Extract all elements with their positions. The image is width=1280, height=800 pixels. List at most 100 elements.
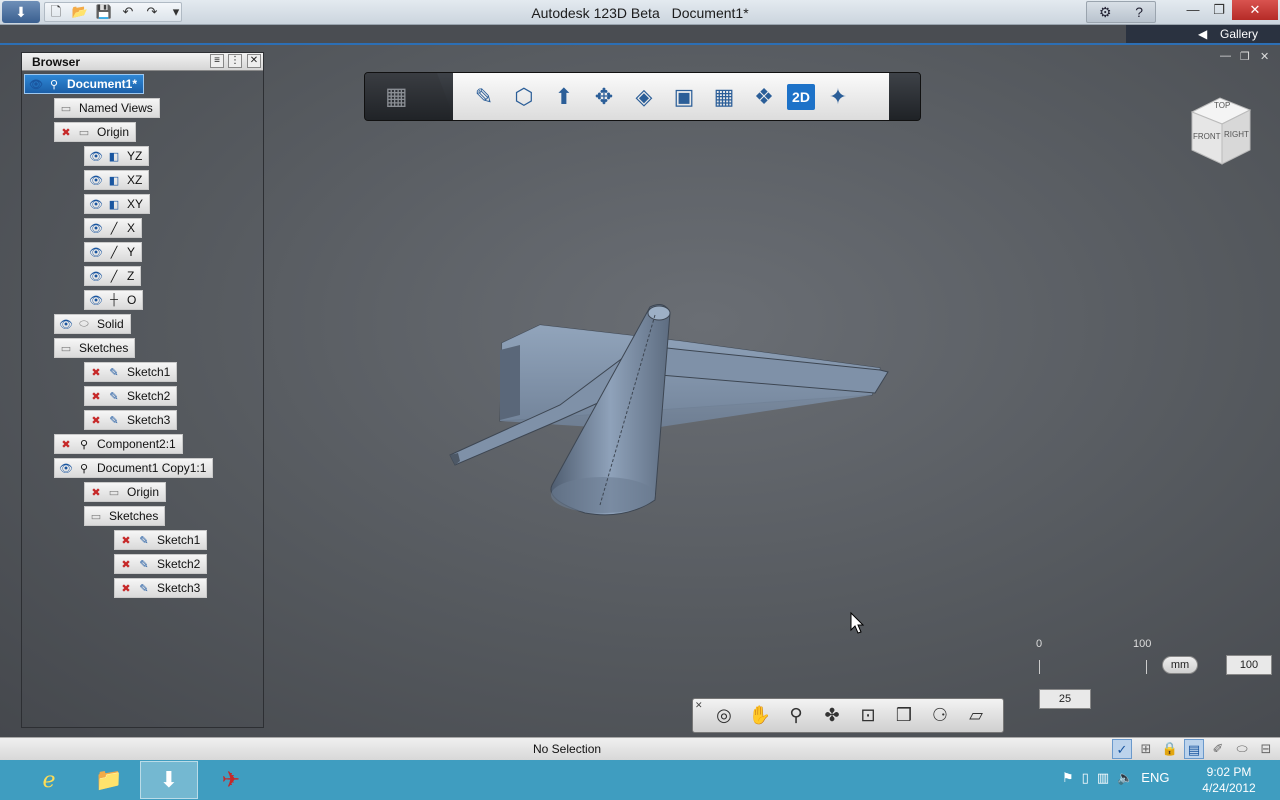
orbit-icon[interactable]: ◎ [711, 705, 737, 726]
browser-node[interactable]: 👁 ┼ O [84, 290, 144, 310]
viewcube-front[interactable]: FRONT [1193, 132, 1221, 141]
visibility-eye-icon[interactable]: 👁 [57, 316, 75, 332]
browser-node[interactable]: ✖ ▭ Origin [84, 482, 167, 502]
home-button[interactable] [365, 73, 455, 120]
visibility-eye-icon[interactable]: 👁 [87, 268, 105, 284]
hidden-visibility-icon[interactable]: ✖ [87, 484, 105, 500]
eraser-icon[interactable]: ✐ [1208, 739, 1228, 759]
autodesk-123d-icon[interactable]: ⬇ [140, 761, 198, 799]
browser-node-box[interactable]: 👁 ◧ XY [84, 194, 151, 214]
browser-node[interactable]: ✖ ⚲ Component2:1 [54, 434, 183, 454]
browser-node[interactable]: ✖ ✎ Sketch3 [84, 410, 178, 430]
browser-node-box[interactable]: ✖ ✎ Sketch1 [84, 362, 178, 382]
navbar-close-icon[interactable]: ✕ [695, 700, 703, 711]
lock-icon[interactable]: 🔒 [1160, 739, 1180, 759]
viewcube-top[interactable]: TOP [1214, 101, 1230, 110]
browser-close-icon[interactable]: ✕ [247, 54, 261, 68]
hidden-visibility-icon[interactable]: ✖ [87, 388, 105, 404]
browser-node-box[interactable]: 👁 ⬭ Solid [54, 314, 131, 334]
browser-node-box[interactable]: ✖ ✎ Sketch3 [114, 578, 208, 598]
scale-value-field[interactable]: 100 [1226, 655, 1272, 675]
browser-pin-icon[interactable]: ⋮ [228, 54, 242, 68]
hidden-visibility-icon[interactable]: ✖ [87, 412, 105, 428]
browser-node[interactable]: ✖ ✎ Sketch2 [84, 386, 178, 406]
hidden-visibility-icon[interactable]: ✖ [117, 556, 135, 572]
browser-node-box[interactable]: 👁 ◧ YZ [84, 146, 150, 166]
browser-node-box[interactable]: ✖ ▭ Origin [54, 122, 137, 142]
layout-icon[interactable]: ⊟ [1256, 739, 1276, 759]
folder-icon[interactable]: ▭ [57, 100, 75, 116]
sketch-pencil-icon[interactable]: ✎ [467, 80, 501, 114]
browser-node-box[interactable]: 👁 ╱ Z [84, 266, 142, 286]
grouping-icon[interactable]: ▦ [707, 80, 741, 114]
browser-node[interactable]: 👁 ⬭ Solid [54, 314, 131, 334]
browser-node-box[interactable]: 👁 ⚲ Document1 Copy1:1 [54, 458, 214, 478]
fit-icon[interactable]: ⊡ [855, 705, 881, 726]
zoom-icon[interactable]: ⚲ [783, 705, 809, 726]
2d-drawing-button[interactable]: 2D [787, 83, 815, 110]
browser-node[interactable]: ✖ ✎ Sketch2 [114, 554, 208, 574]
battery-icon[interactable]: ▯ [1082, 770, 1089, 786]
clock[interactable]: 9:02 PM 4/24/2012 [1196, 764, 1262, 796]
browser-node-box[interactable]: ✖ ✎ Sketch3 [84, 410, 178, 430]
visibility-eye-icon[interactable]: 👁 [87, 292, 105, 308]
visibility-eye-icon[interactable]: 👁 [87, 220, 105, 236]
unit-button[interactable]: mm [1162, 656, 1198, 674]
look-icon[interactable]: ✤ [819, 705, 845, 726]
viewcube-right[interactable]: RIGHT [1224, 130, 1249, 139]
browser-node[interactable]: ✖ ✎ Sketch1 [114, 530, 208, 550]
browser-node[interactable]: ✖ ✎ Sketch1 [84, 362, 178, 382]
orbit-toggle-icon[interactable]: ⬭ [1232, 739, 1252, 759]
hidden-visibility-icon[interactable]: ✖ [117, 580, 135, 596]
browser-node[interactable]: ▭ Named Views [54, 98, 160, 118]
view-icon[interactable]: ❒ [891, 705, 917, 726]
hidden-visibility-icon[interactable]: ✖ [57, 436, 75, 452]
browser-node[interactable]: ✖ ✎ Sketch3 [114, 578, 208, 598]
browser-node-box[interactable]: ✖ ⚲ Component2:1 [54, 434, 183, 454]
file-explorer-icon[interactable]: 📁 [80, 761, 138, 799]
browser-node-box[interactable]: ✖ ✎ Sketch2 [114, 554, 208, 574]
network-icon[interactable]: ▥ [1097, 770, 1109, 786]
folder-icon[interactable]: ▭ [87, 508, 105, 524]
browser-node[interactable]: 👁 ╱ X [84, 218, 143, 238]
browser-node-box[interactable]: 👁 ⚲ Document1* [24, 74, 145, 94]
pattern-icon[interactable]: ◈ [627, 80, 661, 114]
gallery-bar[interactable]: ◀ Gallery [1126, 25, 1280, 43]
browser-node[interactable]: 👁 ◧ XZ [84, 170, 150, 190]
app-icon[interactable]: ✈ [202, 761, 260, 799]
viewcube[interactable]: TOP FRONT RIGHT [1186, 92, 1256, 168]
solid-body[interactable] [449, 304, 889, 516]
display-icon[interactable]: ▱ [963, 705, 989, 726]
browser-node[interactable]: 👁 ⚲ Document1 Copy1:1 [54, 458, 214, 478]
browser-node-box[interactable]: 👁 ┼ O [84, 290, 144, 310]
language-indicator[interactable]: ENG [1141, 770, 1169, 786]
viewport-minimize-icon[interactable]: — [1220, 50, 1231, 62]
browser-node-box[interactable]: 👁 ╱ Y [84, 242, 143, 262]
browser-node[interactable]: 👁 ◧ YZ [84, 146, 150, 166]
browser-node-box[interactable]: ✖ ✎ Sketch1 [114, 530, 208, 550]
browser-node[interactable]: ▭ Sketches [54, 338, 136, 358]
browser-node[interactable]: ✖ ▭ Origin [54, 122, 137, 142]
minimize-button[interactable]: — [1180, 0, 1206, 20]
visibility-eye-icon[interactable]: 👁 [87, 172, 105, 188]
visual-style-icon[interactable]: ⚆ [927, 705, 953, 726]
smart-material-icon[interactable]: ✦ [821, 80, 855, 114]
close-button[interactable]: ✕ [1232, 0, 1278, 20]
volume-icon[interactable]: 🔈 [1117, 770, 1133, 786]
viewport-restore-icon[interactable]: ❐ [1240, 50, 1250, 63]
browser-node-box[interactable]: ✖ ✎ Sketch2 [84, 386, 178, 406]
snap-icon[interactable]: ❖ [747, 80, 781, 114]
primitives-box-icon[interactable]: ⬡ [507, 80, 541, 114]
visibility-eye-icon[interactable]: 👁 [27, 76, 45, 92]
browser-node-box[interactable]: ▭ Sketches [84, 506, 166, 526]
help-icon[interactable]: ? [1135, 4, 1143, 20]
modify-icon[interactable]: ✥ [587, 80, 621, 114]
visibility-eye-icon[interactable]: 👁 [87, 196, 105, 212]
internet-explorer-icon[interactable]: ℯ [20, 761, 78, 799]
browser-node[interactable]: 👁 ╱ Y [84, 242, 143, 262]
browser-node[interactable]: 👁 ⚲ Document1* [24, 74, 145, 94]
browser-node-box[interactable]: 👁 ◧ XZ [84, 170, 150, 190]
construct-icon[interactable]: ⬆ [547, 80, 581, 114]
hidden-visibility-icon[interactable]: ✖ [117, 532, 135, 548]
visibility-eye-icon[interactable]: 👁 [87, 244, 105, 260]
